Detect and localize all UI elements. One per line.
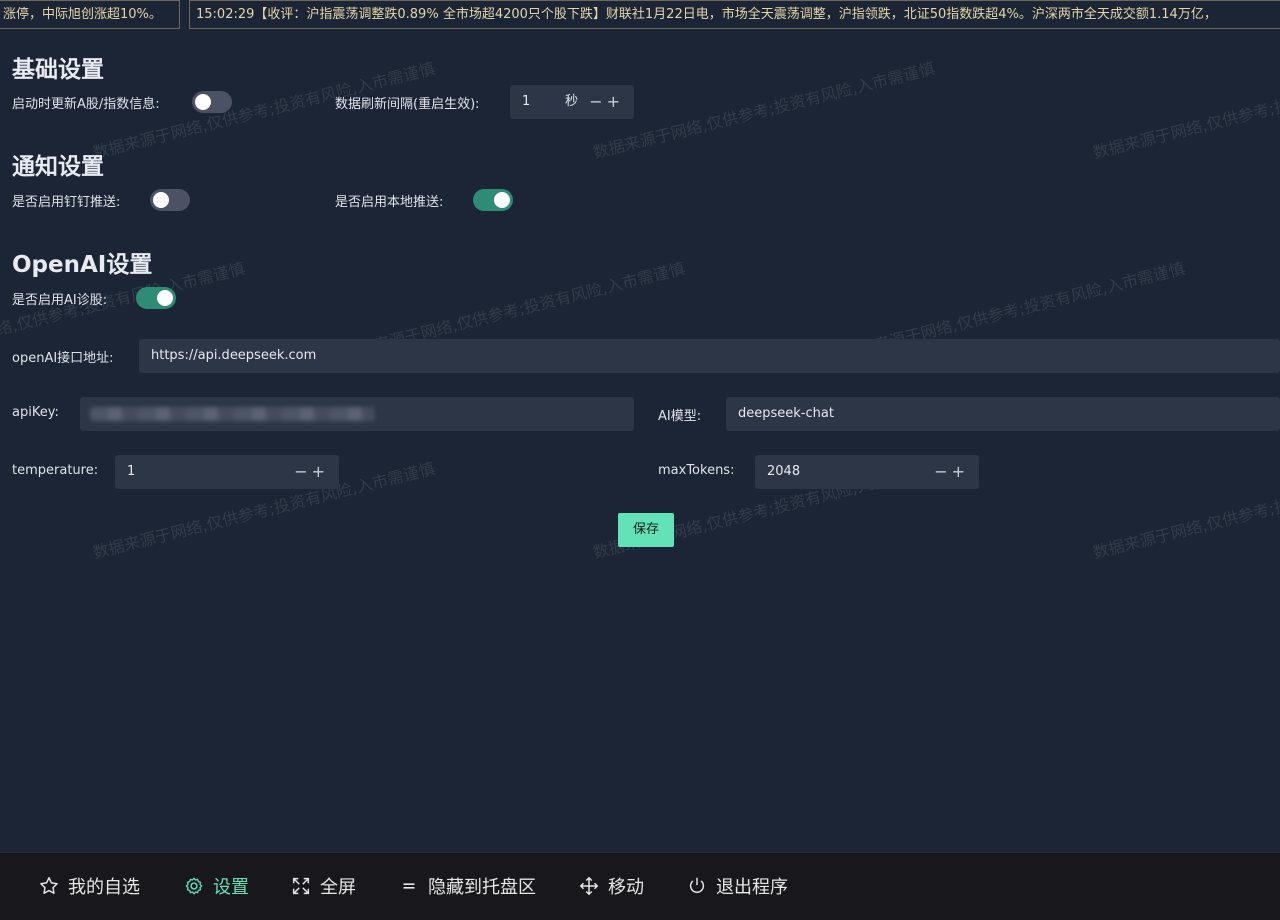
nav-settings[interactable]: 设置 [183,853,249,919]
dingtalk-push-toggle[interactable] [150,189,190,211]
bottom-nav: 我的自选 设置 全屏 隐藏到托盘区 移动 退出程序 [0,852,1280,920]
star-icon [40,877,58,894]
watermark: 数据来源于网络,仅供参考;投资有风险,入市需谨慎 [590,58,937,163]
refresh-interval-unit: 秒 [565,94,579,109]
nav-my-watchlist[interactable]: 我的自选 [38,853,140,919]
gear-icon [185,877,203,895]
max-tokens-stepper[interactable]: 2048 −+ [755,455,979,489]
refresh-interval-stepper[interactable]: 1 秒 −+ [510,85,634,119]
api-key-label: apiKey: [12,405,59,420]
toggle-knob [153,192,169,208]
temperature-label: temperature: [12,463,99,478]
nav-fullscreen[interactable]: 全屏 [290,853,356,919]
nav-move[interactable]: 移动 [578,853,644,919]
nav-exit[interactable]: 退出程序 [686,853,788,919]
ai-diagnosis-toggle[interactable] [136,287,176,309]
nav-label: 移动 [608,877,644,898]
save-button[interactable]: 保存 [618,513,674,547]
toggle-knob [195,94,211,110]
update-on-start-label: 启动时更新A股/指数信息: [12,97,160,112]
stepper-buttons[interactable]: −+ [934,455,969,489]
nav-label: 我的自选 [68,877,140,898]
section-title-openai: OpenAI设置 [12,252,153,278]
dingtalk-push-label: 是否启用钉钉推送: [12,195,121,210]
move-icon [579,876,599,896]
nav-label: 全屏 [320,877,356,898]
power-icon [689,877,705,893]
api-url-input[interactable]: https://api.deepseek.com [139,339,1280,373]
stepper-buttons[interactable]: −+ [294,455,329,489]
ai-model-label: AI模型: [658,409,702,424]
stepper-buttons[interactable]: −+ [589,85,624,119]
watermark: 数据来源于网络,仅供参考;投资有风险,入市需谨慎 [1090,458,1280,563]
nav-label: 隐藏到托盘区 [428,877,536,898]
section-title-basic: 基础设置 [12,57,104,83]
api-url-label: openAI接口地址: [12,351,114,366]
equals-icon [403,883,415,889]
api-key-input[interactable] [80,397,634,431]
nav-hide-to-tray[interactable]: 隐藏到托盘区 [398,853,536,919]
news-ticker: 涨停，中际旭创涨超10%。 15:02:29【收评：沪指震荡调整跌0.89% 全… [0,0,1280,30]
toggle-knob [157,290,173,306]
ticker-item[interactable]: 15:02:29【收评：沪指震荡调整跌0.89% 全市场超4200只个股下跌】财… [189,0,1280,29]
temperature-value: 1 [127,464,136,479]
refresh-interval-value: 1 [522,94,531,109]
max-tokens-label: maxTokens: [658,463,735,478]
toggle-knob [494,192,510,208]
local-push-label: 是否启用本地推送: [335,195,444,210]
nav-label: 设置 [213,877,249,898]
max-tokens-value: 2048 [767,464,801,479]
fullscreen-icon [292,877,310,895]
watermark: 数据来源于网络,仅供参考;投资有风险,入市需谨慎 [1090,58,1280,163]
nav-label: 退出程序 [716,877,788,898]
local-push-toggle[interactable] [473,189,513,211]
ai-model-input[interactable]: deepseek-chat [726,397,1280,431]
temperature-stepper[interactable]: 1 −+ [115,455,339,489]
ai-diagnosis-label: 是否启用AI诊股: [12,293,108,308]
section-title-notify: 通知设置 [12,154,104,180]
update-on-start-toggle[interactable] [192,91,232,113]
ticker-item[interactable]: 涨停，中际旭创涨超10%。 [0,0,180,29]
masked-api-key [90,407,375,421]
refresh-interval-label: 数据刷新间隔(重启生效): [335,97,480,112]
settings-window: 涨停，中际旭创涨超10%。 15:02:29【收评：沪指震荡调整跌0.89% 全… [0,0,1280,920]
